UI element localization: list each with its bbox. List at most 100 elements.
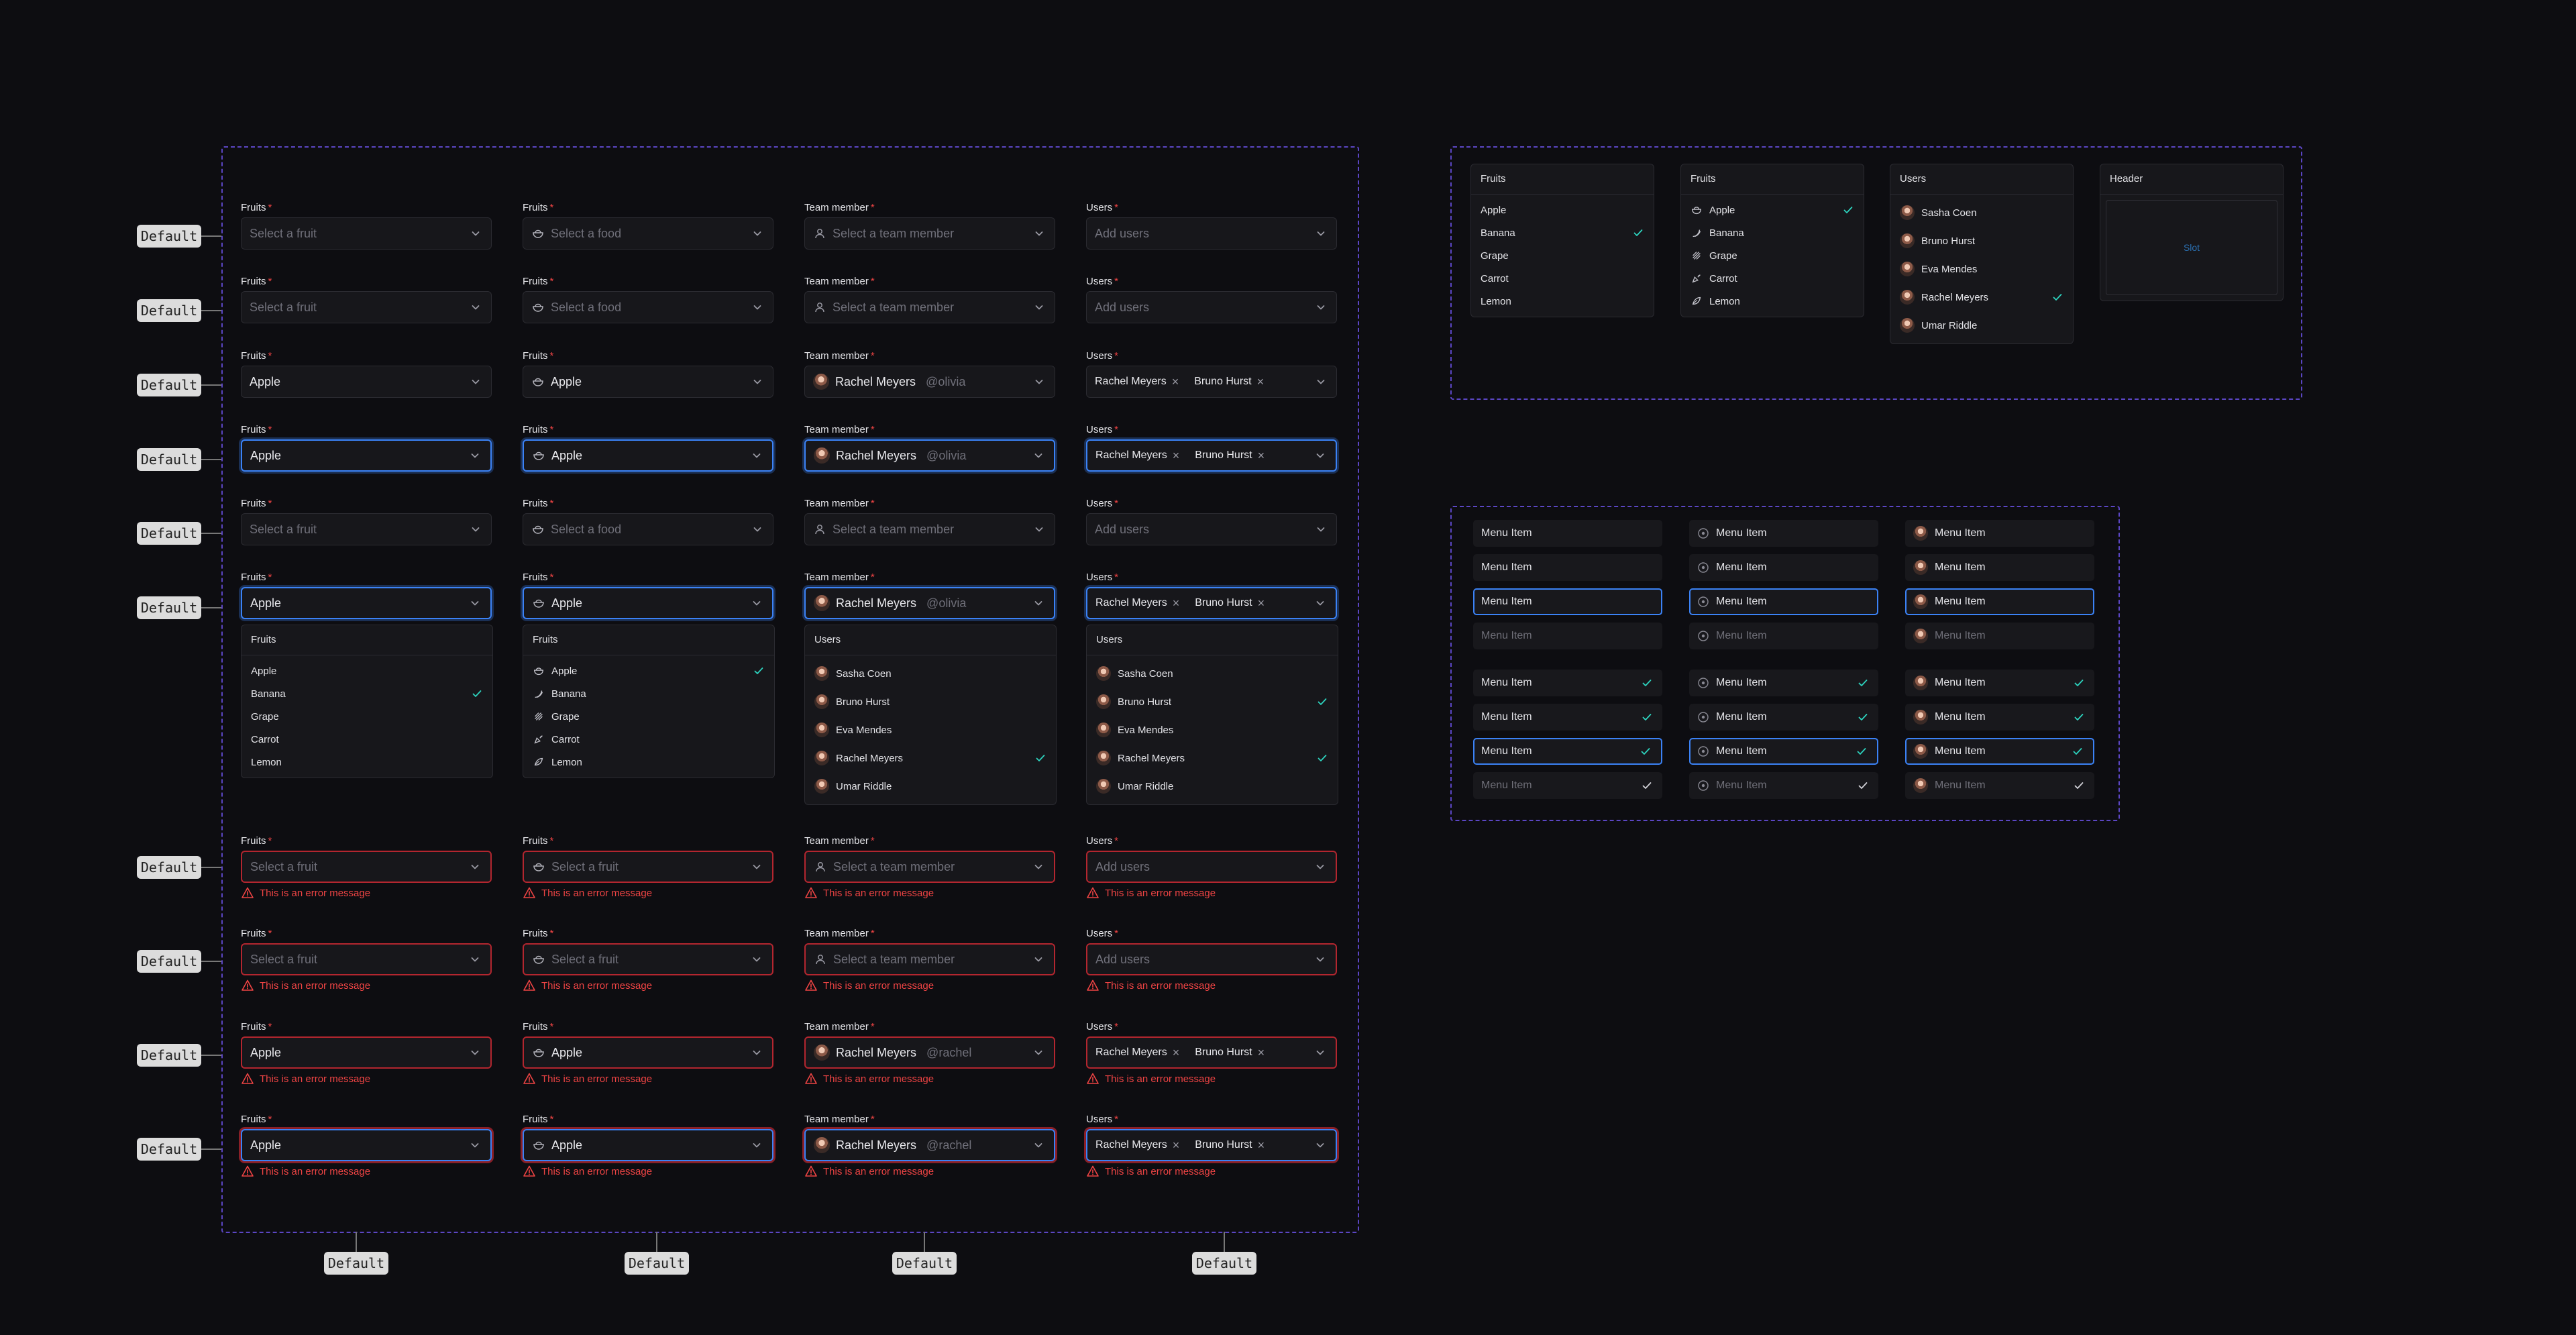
team-select[interactable]: Select a team member [804,513,1055,545]
menu-item[interactable]: Menu Item [1905,554,2094,581]
dropdown-option[interactable]: Grape [1681,244,1864,267]
users-select[interactable]: Add users [1086,943,1337,975]
menu-item[interactable]: Menu Item [1473,588,1662,615]
dropdown-option[interactable]: Umar Riddle [805,772,1056,800]
menu-item[interactable]: Menu Item [1473,623,1662,649]
team-select[interactable]: Select a team member [804,217,1055,250]
chip-remove-icon[interactable]: × [1258,1138,1265,1153]
chip-remove-icon[interactable]: × [1258,596,1265,610]
dropdown-option[interactable]: Banana [241,682,492,705]
fruit-select[interactable]: Select a fruit [241,217,492,250]
food-select[interactable]: Select a food [523,217,773,250]
chip-remove-icon[interactable]: × [1257,375,1265,389]
team-select[interactable]: Rachel Meyers @olivia [804,366,1055,398]
chip-remove-icon[interactable]: × [1173,596,1180,610]
dropdown-option[interactable]: Carrot [1471,267,1654,290]
dropdown-option[interactable]: Eva Mendes [1087,716,1338,744]
food-select[interactable]: Apple [523,366,773,398]
menu-item[interactable]: Menu Item [1905,588,2094,615]
dropdown-option[interactable]: Eva Mendes [805,716,1056,744]
fruit-select[interactable]: Select a fruit [241,513,492,545]
dropdown-option[interactable]: Bruno Hurst [1087,688,1338,716]
dropdown-option[interactable]: Sasha Coen [1087,659,1338,688]
menu-item[interactable]: Menu Item [1473,520,1662,547]
chip-remove-icon[interactable]: × [1173,449,1180,463]
dropdown-option[interactable]: Apple [523,659,774,682]
dropdown-option[interactable]: Umar Riddle [1890,311,2073,339]
food-select[interactable]: Apple [523,1129,773,1161]
food-select[interactable]: Select a fruit [523,943,773,975]
fruit-select[interactable]: Apple [241,587,492,619]
fruit-select[interactable]: Apple [241,366,492,398]
chip-remove-icon[interactable]: × [1258,1046,1265,1060]
user-chip[interactable]: Bruno Hurst × [1195,1138,1265,1153]
menu-item[interactable]: Menu Item [1473,670,1662,696]
menu-item[interactable]: Menu Item [1689,623,1878,649]
dropdown-option[interactable]: Carrot [241,728,492,751]
user-chip[interactable]: Bruno Hurst × [1194,375,1264,389]
dropdown-option[interactable]: Bruno Hurst [1890,227,2073,255]
menu-item[interactable]: Menu Item [1689,704,1878,731]
fruit-select[interactable]: Apple [241,1129,492,1161]
menu-item[interactable]: Menu Item [1689,772,1878,799]
dropdown-option[interactable]: Lemon [241,751,492,773]
dropdown-option[interactable]: Banana [1681,221,1864,244]
team-select[interactable]: Rachel Meyers @rachel [804,1036,1055,1069]
users-select[interactable]: Add users [1086,513,1337,545]
users-select[interactable]: Add users [1086,217,1337,250]
dropdown-option[interactable]: Carrot [1681,267,1864,290]
menu-item[interactable]: Menu Item [1689,588,1878,615]
team-select[interactable]: Select a team member [804,943,1055,975]
users-select[interactable]: Rachel Meyers × Bruno Hurst × [1086,1036,1337,1069]
dropdown-option[interactable]: Lemon [523,751,774,773]
dropdown-option[interactable]: Eva Mendes [1890,255,2073,283]
food-select[interactable]: Apple [523,1036,773,1069]
food-select[interactable]: Select a fruit [523,851,773,883]
user-chip[interactable]: Bruno Hurst × [1195,596,1265,610]
dropdown-option[interactable]: Apple [1681,199,1864,221]
dropdown-option[interactable]: Bruno Hurst [805,688,1056,716]
food-select[interactable]: Apple [523,439,773,472]
users-select[interactable]: Add users [1086,851,1337,883]
menu-item[interactable]: Menu Item [1905,670,2094,696]
chip-remove-icon[interactable]: × [1173,1046,1180,1060]
food-select[interactable]: Apple [523,587,773,619]
food-select[interactable]: Select a food [523,291,773,323]
dropdown-option[interactable]: Apple [1471,199,1654,221]
dropdown-option[interactable]: Lemon [1471,290,1654,313]
menu-item[interactable]: Menu Item [1689,738,1878,765]
user-chip[interactable]: Rachel Meyers × [1095,596,1179,610]
user-chip[interactable]: Rachel Meyers × [1095,375,1179,389]
users-select[interactable]: Rachel Meyers × Bruno Hurst × [1086,366,1337,398]
team-select[interactable]: Select a team member [804,291,1055,323]
users-select[interactable]: Rachel Meyers × Bruno Hurst × [1086,587,1337,619]
dropdown-option[interactable]: Banana [1471,221,1654,244]
menu-item[interactable]: Menu Item [1689,520,1878,547]
menu-item[interactable]: Menu Item [1473,738,1662,765]
menu-item[interactable]: Menu Item [1473,554,1662,581]
chip-remove-icon[interactable]: × [1172,375,1179,389]
team-select[interactable]: Rachel Meyers @olivia [804,587,1055,619]
user-chip[interactable]: Rachel Meyers × [1095,1046,1179,1060]
menu-item[interactable]: Menu Item [1473,772,1662,799]
fruit-select[interactable]: Select a fruit [241,851,492,883]
fruit-select[interactable]: Apple [241,439,492,472]
chip-remove-icon[interactable]: × [1173,1138,1180,1153]
dropdown-option[interactable]: Umar Riddle [1087,772,1338,800]
fruit-select[interactable]: Select a fruit [241,943,492,975]
user-chip[interactable]: Bruno Hurst × [1195,449,1265,463]
menu-item[interactable]: Menu Item [1905,704,2094,731]
team-select[interactable]: Rachel Meyers @olivia [804,439,1055,472]
dropdown-option[interactable]: Rachel Meyers [1087,744,1338,772]
menu-item[interactable]: Menu Item [1689,670,1878,696]
dropdown-option[interactable]: Lemon [1681,290,1864,313]
users-select[interactable]: Rachel Meyers × Bruno Hurst × [1086,439,1337,472]
menu-item[interactable]: Menu Item [1905,520,2094,547]
menu-item[interactable]: Menu Item [1905,738,2094,765]
users-select[interactable]: Rachel Meyers × Bruno Hurst × [1086,1129,1337,1161]
dropdown-option[interactable]: Grape [1471,244,1654,267]
user-chip[interactable]: Bruno Hurst × [1195,1046,1265,1060]
dropdown-option[interactable]: Carrot [523,728,774,751]
fruit-select[interactable]: Select a fruit [241,291,492,323]
dropdown-option[interactable]: Apple [241,659,492,682]
